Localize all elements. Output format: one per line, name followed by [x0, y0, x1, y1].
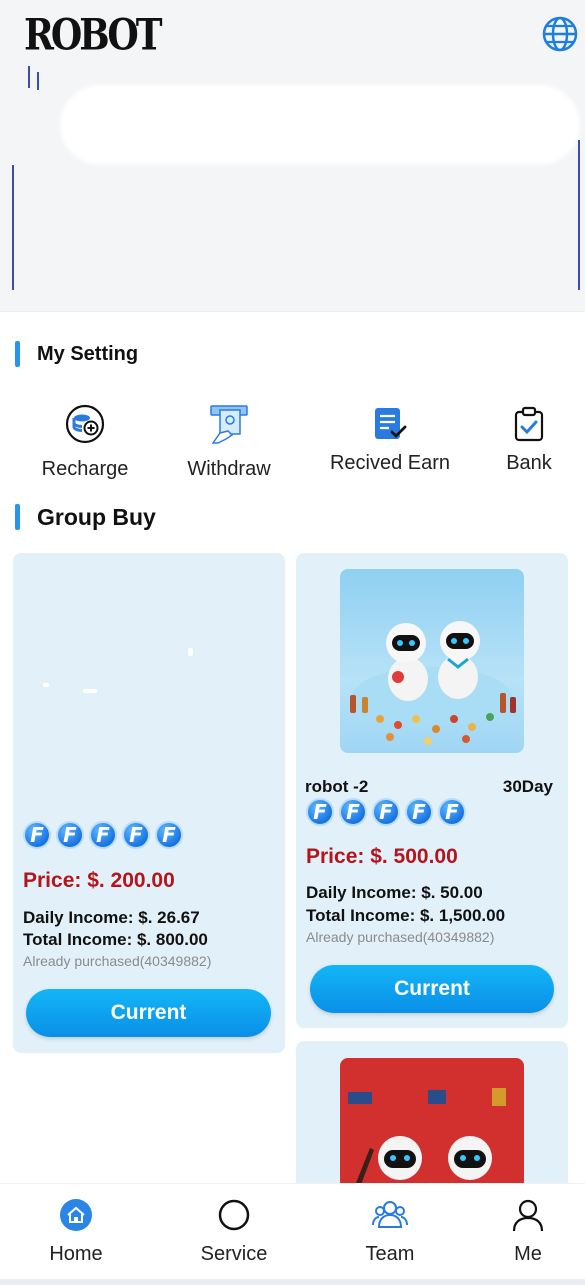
- product-price: Price: $. 200.00: [23, 869, 175, 892]
- app-page: ROBOT My Setting Recharge Withdraw Reciv…: [0, 0, 585, 1285]
- level-badge-icon: F: [405, 798, 433, 826]
- my-setting-heading: My Setting: [15, 340, 138, 368]
- total-income: Total Income: $. 800.00: [23, 930, 208, 949]
- product-card: [296, 1041, 568, 1201]
- recived-earn-button[interactable]: Recived Earn: [325, 402, 455, 475]
- banner-image: [60, 85, 580, 165]
- level-badge-icon: F: [372, 798, 400, 826]
- level-badge-icon: F: [339, 798, 367, 826]
- daily-income: Daily Income: $. 26.67: [23, 908, 200, 927]
- product-card: F F F F F Price: $. 200.00 Daily Income:…: [13, 553, 285, 1053]
- withdraw-label: Withdraw: [187, 458, 271, 480]
- team-icon: [372, 1197, 408, 1233]
- bank-clipboard-icon: [507, 402, 551, 446]
- globe-icon[interactable]: [541, 15, 579, 53]
- level-badge-icon: F: [89, 821, 117, 849]
- group-buy-heading: Group Buy: [15, 503, 156, 531]
- banner-artifact: [37, 72, 39, 90]
- heading-accent-bar: [15, 341, 20, 367]
- nav-service-label: Service: [200, 1243, 268, 1265]
- banner-artifact: [28, 66, 30, 88]
- level-badge-icon: F: [56, 821, 84, 849]
- level-badge-icon: F: [122, 821, 150, 849]
- nav-team[interactable]: Team: [330, 1184, 450, 1280]
- nav-me-label: Me: [514, 1243, 542, 1265]
- level-badges: F F F F F: [306, 798, 466, 826]
- current-button[interactable]: Current: [310, 965, 554, 1013]
- service-circle-icon: [216, 1197, 252, 1233]
- level-badge-icon: F: [306, 798, 334, 826]
- withdraw-button[interactable]: Withdraw: [179, 402, 279, 481]
- home-icon: [58, 1197, 94, 1233]
- heading-accent-bar: [15, 504, 20, 530]
- already-purchased: Already purchased(40349882): [306, 929, 495, 945]
- recived-earn-label: Recived Earn: [329, 452, 451, 474]
- banner-artifact: [12, 165, 14, 290]
- product-image: [23, 563, 275, 803]
- product-price: Price: $. 500.00: [306, 845, 458, 868]
- nav-home[interactable]: Home: [16, 1184, 136, 1280]
- app-logo: ROBOT: [24, 10, 163, 61]
- level-badge-icon: F: [438, 798, 466, 826]
- level-badge-icon: F: [23, 821, 51, 849]
- product-name: robot -2: [305, 777, 369, 796]
- product-days: 30Day: [502, 777, 553, 796]
- nav-me[interactable]: Me: [468, 1184, 585, 1280]
- bank-button[interactable]: Bank: [493, 402, 565, 475]
- already-purchased: Already purchased(40349882): [23, 953, 212, 969]
- recharge-coin-icon: [63, 402, 107, 446]
- product-image: [340, 569, 524, 753]
- bottom-strip: [0, 1279, 585, 1285]
- daily-income: Daily Income: $. 50.00: [306, 883, 483, 902]
- product-image: [340, 1058, 524, 1198]
- group-buy-title: Group Buy: [37, 503, 156, 530]
- nav-home-label: Home: [49, 1243, 103, 1265]
- withdraw-atm-icon: [207, 402, 251, 446]
- level-badges: F F F F F: [23, 821, 183, 849]
- total-income: Total Income: $. 1,500.00: [306, 906, 506, 925]
- recharge-label: Recharge: [41, 458, 129, 480]
- bank-label: Bank: [506, 452, 552, 474]
- user-icon: [510, 1197, 546, 1233]
- bottom-navigation: Home Service Team Me: [0, 1183, 585, 1279]
- current-button[interactable]: Current: [26, 989, 271, 1037]
- banner-artifact: [578, 140, 580, 290]
- nav-team-label: Team: [365, 1243, 415, 1265]
- recharge-button[interactable]: Recharge: [35, 402, 135, 481]
- my-setting-title: My Setting: [37, 342, 139, 365]
- product-card: robot -2 30Day F F F F F Price: $. 500.0…: [296, 553, 568, 1028]
- header-banner: ROBOT: [0, 0, 585, 312]
- nav-service[interactable]: Service: [174, 1184, 294, 1280]
- received-earn-document-icon: [368, 402, 412, 446]
- level-badge-icon: F: [155, 821, 183, 849]
